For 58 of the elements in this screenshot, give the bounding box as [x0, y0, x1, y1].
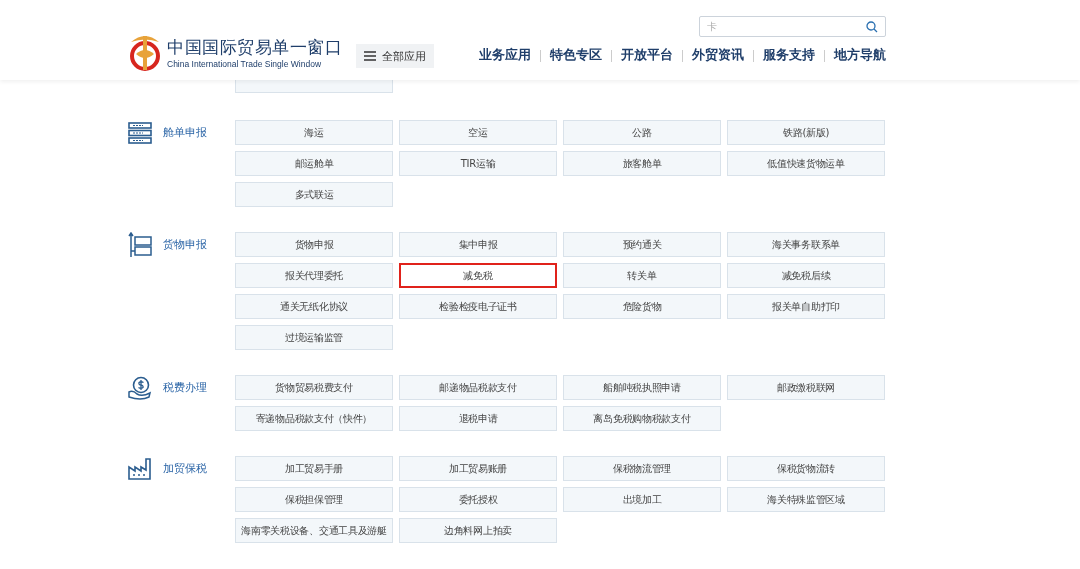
- app-tile[interactable]: 加工贸易账册: [399, 456, 557, 481]
- app-tile[interactable]: 转关单: [563, 263, 721, 288]
- category-label: 加贸保税: [163, 461, 207, 476]
- app-tile[interactable]: 空运: [399, 120, 557, 145]
- app-tile[interactable]: 保税物流管理: [563, 456, 721, 481]
- app-tile[interactable]: 集中申报: [399, 232, 557, 257]
- all-apps-button[interactable]: 全部应用: [356, 44, 434, 68]
- app-tile[interactable]: 离岛免税购物税款支付: [563, 406, 721, 431]
- search-icon: [866, 20, 878, 33]
- app-tile[interactable]: 加工贸易手册: [235, 456, 393, 481]
- app-tile[interactable]: 边角料网上拍卖: [399, 518, 557, 543]
- app-tile[interactable]: 铁路(新版): [727, 120, 885, 145]
- app-tile[interactable]: 海关事务联系单: [727, 232, 885, 257]
- app-tile[interactable]: 低值快速货物运单: [727, 151, 885, 176]
- app-tile[interactable]: 报关代理委托: [235, 263, 393, 288]
- app-tile[interactable]: 退税申请: [399, 406, 557, 431]
- app-tile[interactable]: 危险货物: [563, 294, 721, 319]
- app-tile[interactable]: 货物申报: [235, 232, 393, 257]
- server-rack-icon: [128, 121, 152, 144]
- app-tile[interactable]: 海关特殊监管区域: [727, 487, 885, 512]
- app-tile[interactable]: 保税担保管理: [235, 487, 393, 512]
- factory-icon: [128, 457, 152, 480]
- app-tile[interactable]: 旅客舱单: [563, 151, 721, 176]
- app-tile[interactable]: 邮运舱单: [235, 151, 393, 176]
- nav-link[interactable]: 外贸资讯: [692, 47, 744, 64]
- app-tile[interactable]: 减免税: [399, 263, 557, 288]
- menu-icon: [364, 51, 376, 61]
- nav-link[interactable]: 业务应用: [479, 47, 531, 64]
- app-tile[interactable]: 减免税后续: [727, 263, 885, 288]
- site-subtitle: China International Trade Single Window: [167, 58, 323, 69]
- nav-link[interactable]: 地方导航: [834, 47, 886, 64]
- app-tile[interactable]: TIR运输: [399, 151, 557, 176]
- app-tile[interactable]: 货物贸易税费支付: [235, 375, 393, 400]
- nav-link[interactable]: 服务支持: [763, 47, 815, 64]
- app-tile[interactable]: 邮递物品税款支付: [399, 375, 557, 400]
- category-label: 货物申报: [163, 237, 207, 252]
- app-tile[interactable]: 船舶吨税执照申请: [563, 375, 721, 400]
- app-tile[interactable]: 海南零关税设备、交通工具及游艇: [235, 518, 393, 543]
- app-tile[interactable]: 公路: [563, 120, 721, 145]
- site-title: 中国国际贸易单一窗口: [167, 35, 342, 59]
- app-tile[interactable]: 海运: [235, 120, 393, 145]
- stacked-boxes-icon: [128, 231, 152, 258]
- app-tile[interactable]: 检验检疫电子证书: [399, 294, 557, 319]
- category-label: 税费办理: [163, 380, 207, 395]
- app-tile[interactable]: 委托授权: [399, 487, 557, 512]
- app-tile[interactable]: 过境运输监管: [235, 325, 393, 350]
- app-tile[interactable]: 通关无纸化协议: [235, 294, 393, 319]
- app-tile[interactable]: 保税货物流转: [727, 456, 885, 481]
- app-tile[interactable]: 报关单自助打印: [727, 294, 885, 319]
- app-tile[interactable]: 邮政缴税联网: [727, 375, 885, 400]
- nav-link[interactable]: 特色专区: [550, 47, 602, 64]
- nav-link[interactable]: 开放平台: [621, 47, 673, 64]
- app-tile[interactable]: 预约通关: [563, 232, 721, 257]
- category-label: 舱单申报: [163, 125, 207, 140]
- app-tile[interactable]: 寄递物品税款支付（快件）: [235, 406, 393, 431]
- app-tile[interactable]: 出境加工: [563, 487, 721, 512]
- hand-coin-icon: [128, 375, 152, 400]
- app-tile[interactable]: 多式联运: [235, 182, 393, 207]
